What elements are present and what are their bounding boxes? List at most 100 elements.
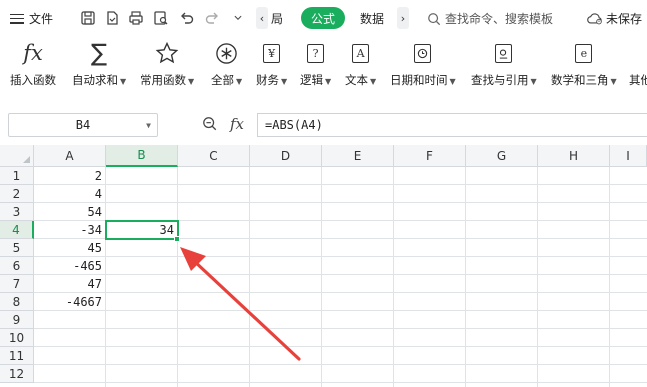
cloud-icon [587,13,602,25]
row-header-12[interactable]: 12 [0,365,34,383]
command-search[interactable]: 查找命令、搜索模板 [427,10,553,27]
more-functions-label: 其他 [629,73,647,87]
formula-input[interactable]: =ABS(A4) [257,113,647,137]
row-header-2[interactable]: 2 [0,185,34,203]
tab-formulas[interactable]: 公式 [301,7,345,29]
top-menu-bar: 文件 ‹ 局 公式 数据 › 查找命令、搜索模板 未保存 [0,0,647,36]
formula-text: =ABS(A4) [265,118,323,132]
tab-layout-partial[interactable]: 局 [271,10,283,27]
column-header-d[interactable]: D [250,145,322,167]
column-header-f[interactable]: F [394,145,466,167]
asterisk-icon [215,40,238,66]
cell-a5[interactable]: 45 [34,239,106,257]
row-header-6[interactable]: 6 [0,257,34,275]
date-time-functions-button[interactable]: 日期和时间 ▼ [390,40,456,88]
text-a-icon: A [352,43,370,63]
lookup-reference-label: 查找与引用 [471,73,529,87]
chevron-down-icon: ▼ [370,77,377,86]
fill-handle[interactable] [174,236,180,242]
save-icon[interactable] [79,9,97,27]
column-header-i[interactable]: I [610,145,647,167]
date-time-label: 日期和时间 [390,73,448,87]
cloud-save-status[interactable]: 未保存 [587,10,642,27]
chevron-down-icon: ▼ [281,77,288,86]
column-header-b[interactable]: B [106,145,178,167]
chevron-down-icon: ▼ [236,77,243,86]
cell-a4[interactable]: -34 [34,221,106,239]
cell-a8[interactable]: -4667 [34,293,106,311]
yen-icon: ¥ [263,43,281,63]
undo-icon[interactable] [178,9,196,27]
column-header-g[interactable]: G [466,145,538,167]
column-header-c[interactable]: C [178,145,250,167]
clock-icon [414,43,432,63]
name-box-value: B4 [75,118,91,132]
cell-a1[interactable]: 2 [34,167,106,185]
active-cell-b4[interactable]: 34 [105,220,179,240]
chevron-down-icon: ▼ [610,77,617,86]
row-header-11[interactable]: 11 [0,347,34,365]
math-trig-button[interactable]: e 数学和三角 ▼ [551,40,617,88]
cell-a6[interactable]: -465 [34,257,106,275]
row-header-10[interactable]: 10 [0,329,34,347]
tab-data[interactable]: 数据 [360,10,384,27]
cell-a7[interactable]: 47 [34,275,106,293]
autosum-button[interactable]: ∑ 自动求和 ▼ [72,39,127,88]
row-header-5[interactable]: 5 [0,239,34,257]
row-header-1[interactable]: 1 [0,167,34,185]
autosum-label: 自动求和 [72,73,118,87]
row-header-9[interactable]: 9 [0,311,34,329]
all-functions-label: 全部 [211,73,234,87]
column-header-h[interactable]: H [538,145,610,167]
financial-functions-button[interactable]: ¥ 财务 ▼ [256,40,287,88]
chevron-down-icon: ▼ [325,77,332,86]
spreadsheet-grid[interactable]: A B C D E F G H I 1 2 3 4 5 6 7 8 9 10 11 12 2 4 54 -34 45 -465 47-… [0,145,647,387]
redo-icon[interactable] [203,9,221,27]
lookup-icon [495,43,513,63]
insert-function-label: 插入函数 [10,73,56,87]
row-header-3[interactable]: 3 [0,203,34,221]
hamburger-icon [10,13,24,24]
file-menu-label: 文件 [29,12,54,26]
text-functions-button[interactable]: A 文本 ▼ [345,40,376,88]
formula-ribbon: fx 插入函数 ∑ 自动求和 ▼ 常用函数 ▼ 全部 ▼ ¥ 财务 ▼ ? 逻辑 ▼ A … [0,36,647,96]
common-functions-button[interactable]: 常用函数 ▼ [140,40,194,88]
select-all-corner[interactable] [0,145,34,167]
print-icon[interactable] [127,9,145,27]
quick-access-dropdown-icon[interactable] [229,9,247,27]
tab-scroll-left-button[interactable]: ‹ [256,7,268,29]
tab-scroll-right-button[interactable]: › [397,7,409,29]
chevron-down-icon: ▼ [188,77,195,86]
all-functions-button[interactable]: 全部 ▼ [211,40,242,88]
more-functions-button[interactable]: 其他 [629,40,647,88]
insert-function-button[interactable]: fx 插入函数 [10,40,56,88]
name-box[interactable]: B4 ▼ [8,113,158,137]
search-placeholder: 查找命令、搜索模板 [445,12,554,26]
chevron-down-icon: ▼ [120,77,127,86]
file-menu-button[interactable]: 文件 [10,10,53,27]
chevron-down-icon: ▼ [530,77,537,86]
print-preview-icon[interactable] [152,9,170,27]
logical-functions-button[interactable]: ? 逻辑 ▼ [300,40,331,88]
row-header-8[interactable]: 8 [0,293,34,311]
logical-label: 逻辑 [300,73,323,87]
cell-a3[interactable]: 54 [34,203,106,221]
row-header-4[interactable]: 4 [0,221,34,239]
zoom-search-icon[interactable] [202,116,218,135]
row-header-7[interactable]: 7 [0,275,34,293]
math-e-icon: e [575,43,593,63]
sum-icon: ∑ [90,39,108,67]
formula-bar: B4 ▼ fx =ABS(A4) [0,110,647,140]
insert-function-fx-button[interactable]: fx [230,115,244,133]
math-trig-label: 数学和三角 [551,73,609,87]
chevron-down-icon[interactable]: ▼ [146,121,151,130]
unsaved-label: 未保存 [606,12,643,26]
cell-a2[interactable]: 4 [34,185,106,203]
lookup-reference-button[interactable]: 查找与引用 ▼ [471,40,537,88]
column-header-a[interactable]: A [34,145,106,167]
fx-icon: fx [23,41,43,65]
financial-label: 财务 [256,73,279,87]
cell-area[interactable] [34,167,647,387]
export-pdf-icon[interactable] [103,9,121,27]
column-header-e[interactable]: E [322,145,394,167]
